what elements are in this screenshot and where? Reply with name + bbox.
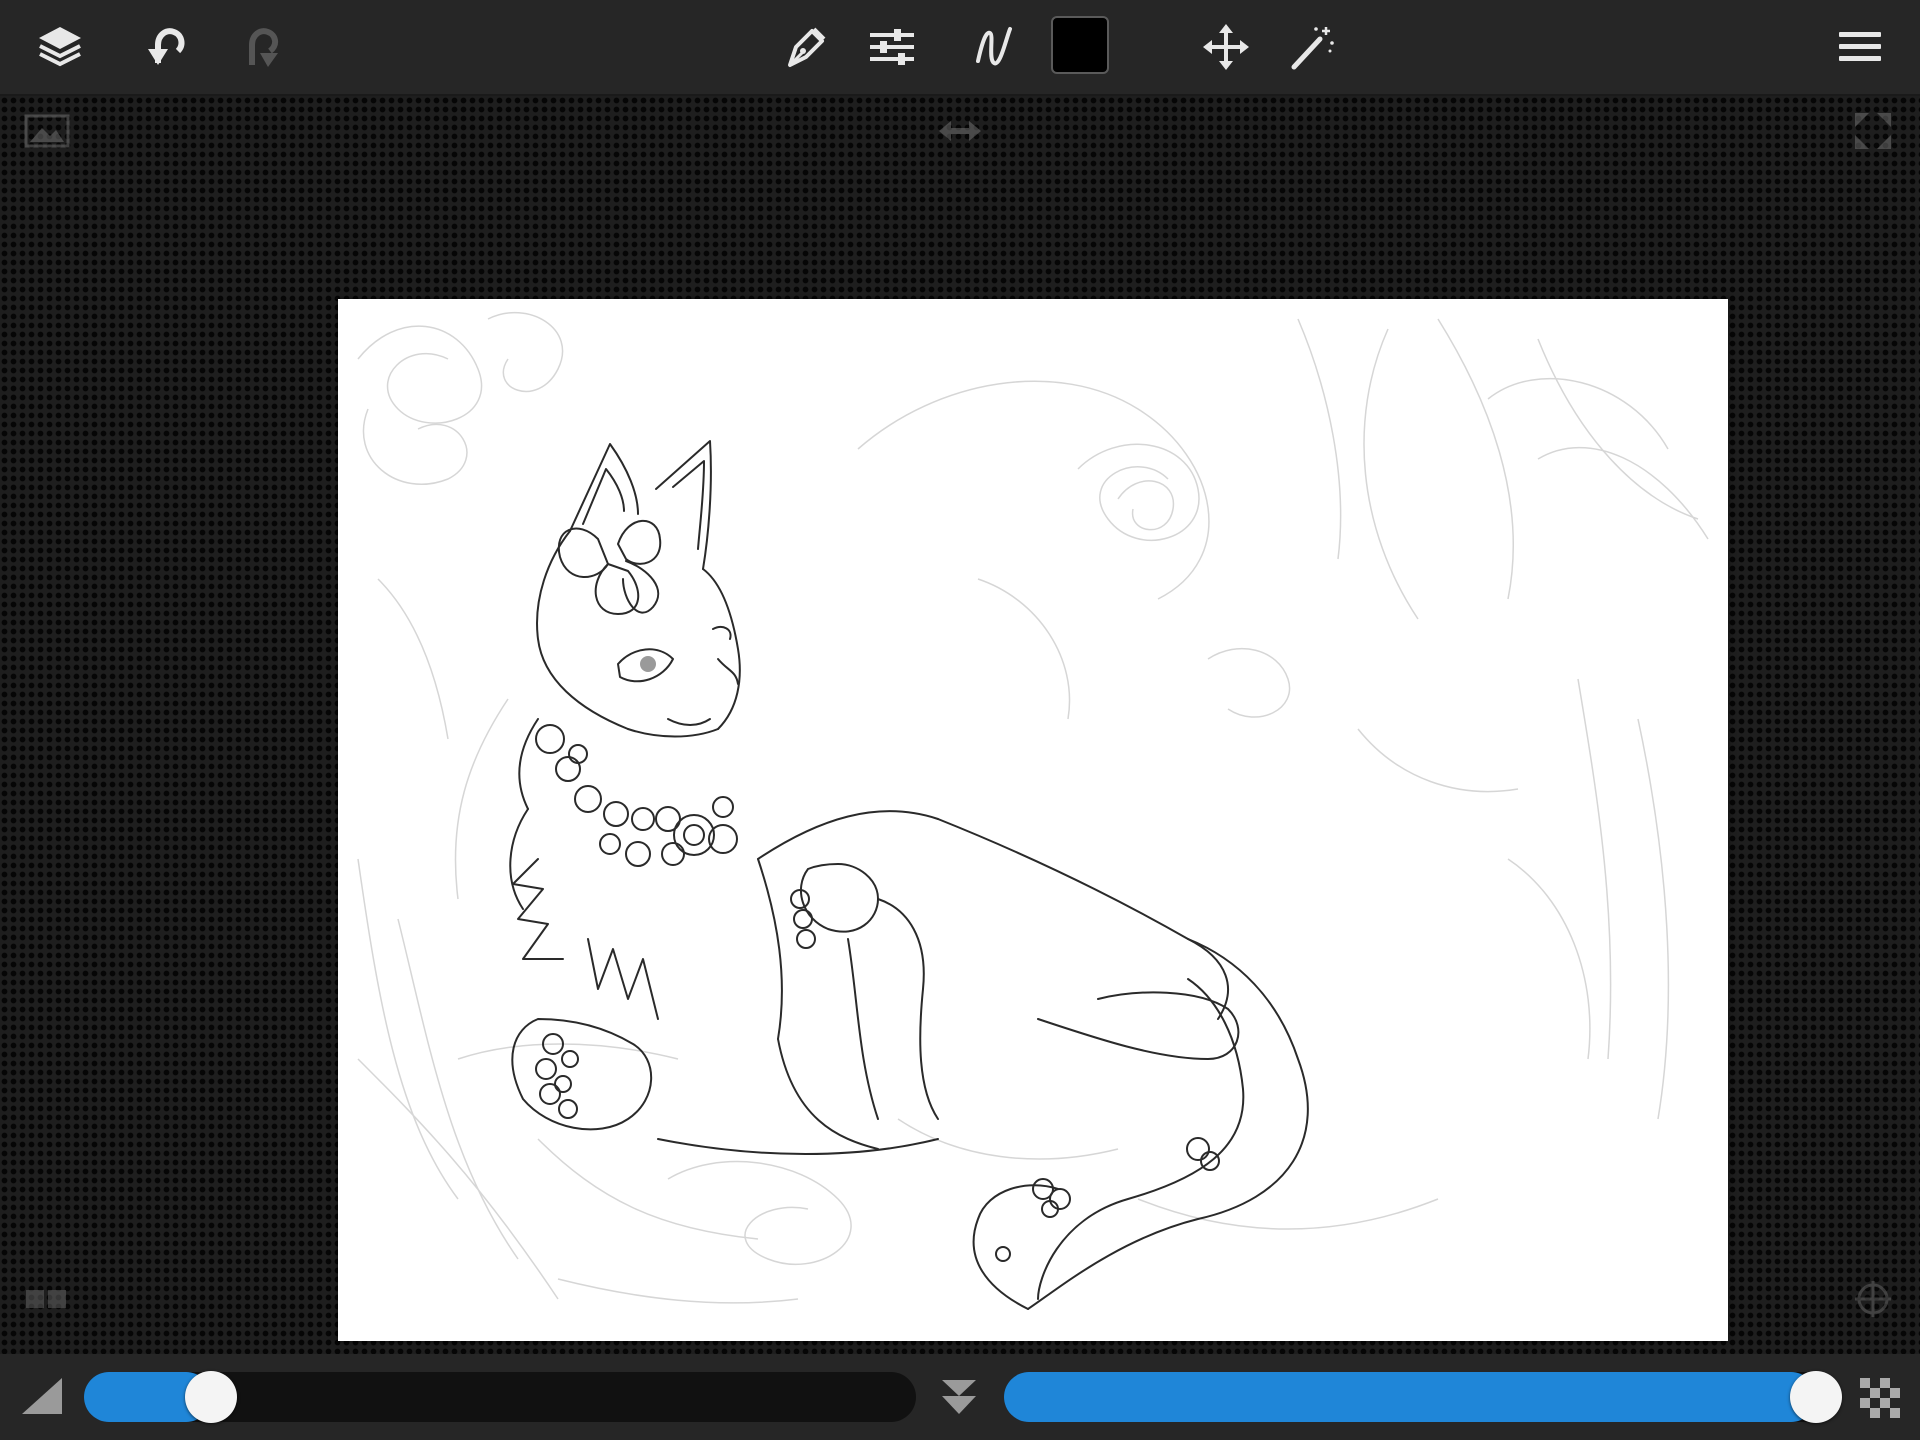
opacity-slider-fill	[1004, 1372, 1816, 1422]
layers-button[interactable]	[26, 13, 94, 81]
redo-icon	[249, 28, 278, 67]
stroke-style-icon	[976, 27, 1012, 66]
opacity-slider-knob[interactable]	[1790, 1371, 1842, 1423]
brush-size-slider[interactable]	[84, 1371, 916, 1423]
bottom-toolbar	[0, 1354, 1920, 1440]
undo-button[interactable]	[132, 13, 200, 81]
magic-wand-icon	[1291, 27, 1334, 70]
opacity-slider[interactable]	[1004, 1371, 1842, 1423]
adjustments-icon	[870, 29, 914, 65]
menu-icon	[1839, 32, 1881, 61]
cat-sketch-artwork	[357, 311, 1709, 1310]
layer-thumbnail-icon	[26, 1290, 66, 1308]
brush-size-slider-knob[interactable]	[185, 1371, 237, 1423]
top-toolbar	[0, 0, 1920, 96]
color-swatch[interactable]	[1051, 16, 1109, 74]
symmetry-icon	[1855, 1281, 1891, 1317]
collapse-icon[interactable]	[938, 1376, 980, 1418]
menu-button[interactable]	[1826, 13, 1894, 81]
image-reference-button[interactable]	[22, 110, 72, 152]
move-icon	[1203, 24, 1249, 70]
flip-canvas-icon	[939, 121, 981, 141]
image-reference-icon	[24, 114, 70, 148]
brush-tool-icon	[788, 27, 826, 67]
brush-tool-button[interactable]	[772, 13, 840, 81]
layer-thumbnail-button[interactable]	[22, 1278, 72, 1320]
brush-size-icon	[22, 1378, 62, 1414]
undo-icon	[148, 28, 185, 65]
redo-button[interactable]	[226, 13, 294, 81]
opacity-icon	[1860, 1378, 1900, 1418]
flip-canvas-button[interactable]	[935, 110, 985, 152]
stroke-style-button[interactable]	[960, 13, 1028, 81]
fullscreen-icon	[1855, 113, 1891, 149]
magic-wand-button[interactable]	[1278, 13, 1346, 81]
workspace[interactable]	[0, 96, 1920, 1354]
fullscreen-button[interactable]	[1848, 110, 1898, 152]
layers-icon	[39, 27, 81, 67]
drawing-canvas[interactable]	[338, 299, 1728, 1341]
symmetry-button[interactable]	[1848, 1278, 1898, 1320]
move-button[interactable]	[1192, 13, 1260, 81]
adjustments-button[interactable]	[858, 13, 926, 81]
